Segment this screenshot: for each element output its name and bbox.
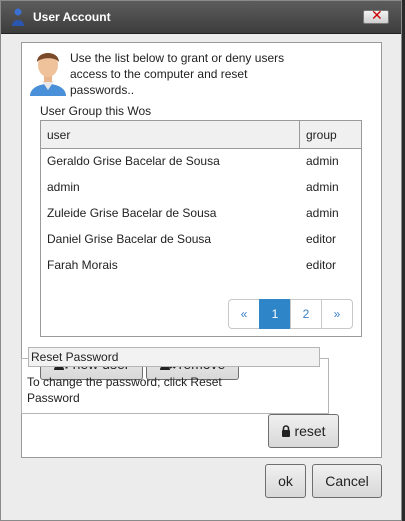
cancel-label: Cancel — [325, 473, 369, 489]
reset-password-legend: Reset Password — [28, 347, 320, 367]
column-header-group[interactable]: group — [306, 128, 337, 142]
table-row[interactable]: Geraldo Grise Bacelar de Sousa admin — [41, 148, 361, 174]
user-table: user group Geraldo Grise Bacelar de Sous… — [40, 120, 362, 337]
intro-text: Use the list below to grant or deny user… — [70, 51, 285, 97]
window-title: User Account — [33, 10, 111, 24]
user-cell: admin — [47, 180, 80, 194]
user-avatar-icon — [30, 53, 66, 96]
user-cell: Geraldo Grise Bacelar de Sousa — [47, 154, 220, 168]
column-divider[interactable] — [299, 121, 300, 148]
group-cell: admin — [306, 154, 339, 168]
user-account-window: User Account ✕ Use the list below to gra… — [0, 0, 402, 521]
reset-button[interactable]: reset — [268, 414, 339, 448]
ok-label: ok — [278, 473, 293, 489]
cancel-button[interactable]: Cancel — [312, 464, 382, 498]
reset-label: reset — [294, 423, 326, 439]
close-icon: ✕ — [371, 8, 383, 24]
reset-password-text: To change the password; click Reset Pass… — [27, 375, 222, 405]
user-icon — [12, 8, 24, 26]
user-cell: Zuleide Grise Bacelar de Sousa — [47, 206, 217, 220]
pagination: « 1 2 » — [228, 299, 353, 329]
table-row[interactable]: Farah Morais editor — [41, 252, 361, 278]
table-row[interactable]: Daniel Grise Bacelar de Sousa editor — [41, 226, 361, 252]
pagination-page-1[interactable]: 1 — [259, 299, 291, 329]
user-cell: Daniel Grise Bacelar de Sousa — [47, 232, 212, 246]
pagination-page-2[interactable]: 2 — [290, 299, 322, 329]
table-header: user group — [41, 121, 361, 149]
table-row[interactable]: admin admin — [41, 174, 361, 200]
user-cell: Farah Morais — [47, 258, 118, 272]
lock-icon — [282, 425, 291, 437]
title-bar[interactable]: User Account ✕ — [1, 1, 401, 34]
pagination-prev[interactable]: « — [228, 299, 260, 329]
group-cell: admin — [306, 206, 339, 220]
pagination-next[interactable]: » — [321, 299, 353, 329]
table-row[interactable]: Zuleide Grise Bacelar de Sousa admin — [41, 200, 361, 226]
user-group-label: User Group this Wos — [40, 104, 152, 118]
column-header-user[interactable]: user — [47, 128, 70, 142]
group-cell: editor — [306, 232, 337, 246]
group-cell: admin — [306, 180, 339, 194]
close-button[interactable]: ✕ — [363, 8, 389, 24]
ok-button[interactable]: ok — [265, 464, 306, 498]
group-cell: editor — [306, 258, 337, 272]
